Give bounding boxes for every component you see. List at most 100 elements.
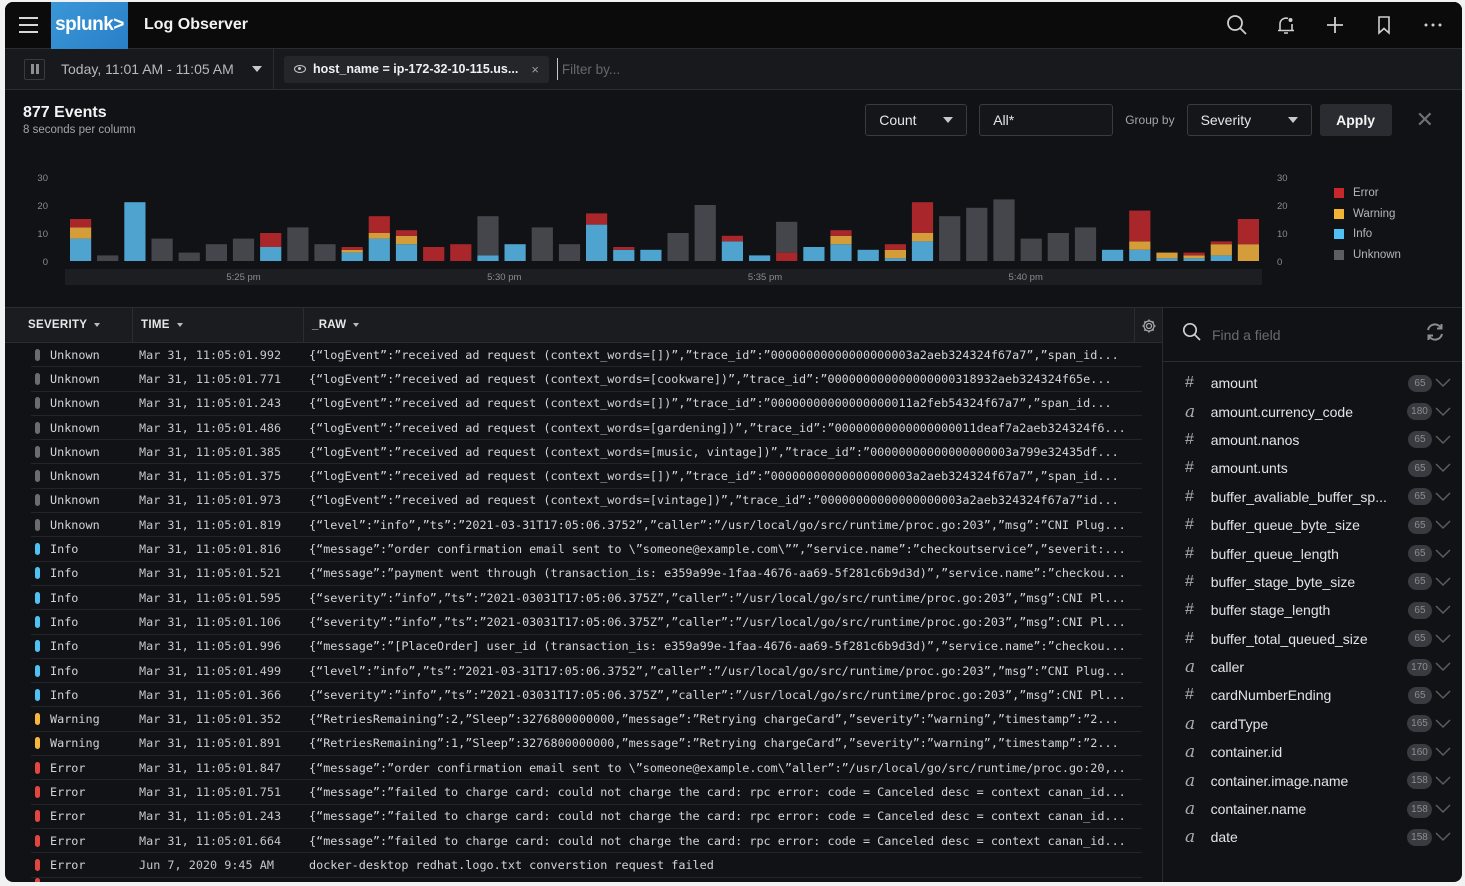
bar-segment-info bbox=[1102, 249, 1124, 261]
field-item[interactable]: a caller 170 bbox=[1163, 653, 1462, 681]
apply-button[interactable]: Apply bbox=[1319, 103, 1392, 136]
field-item[interactable]: # buffer_total_queued_size 65 bbox=[1163, 625, 1462, 653]
filter-pill[interactable]: host_name = ip-172-32-10-115.us... × bbox=[284, 55, 549, 83]
field-name: cardType bbox=[1210, 715, 1269, 732]
table-row[interactable]: Warning Mar 31, 11:05:01.352 {“RetriesRema… bbox=[31, 707, 1142, 732]
aggregate-select[interactable]: Count bbox=[865, 103, 968, 136]
bar-segment-info bbox=[911, 241, 934, 261]
number-type-icon: # bbox=[1185, 430, 1194, 448]
table-row[interactable]: Unknown Mar 31, 11:05:01.819 {“level”:”inf… bbox=[31, 513, 1142, 538]
table-row[interactable]: Unknown Mar 31, 11:05:01.771 {“logEvent”:”… bbox=[31, 367, 1142, 392]
pause-icon[interactable] bbox=[24, 58, 45, 80]
histogram-svg: 0 0 10 10 20 20 30 30 5:25 pm 5:30 pm 5:35 pm 5:40 … bbox=[37, 173, 1288, 285]
legend-item-warning[interactable]: Warning bbox=[1334, 204, 1401, 225]
table-row[interactable]: Info Mar 31, 11:05:01.499 {“level”:”info”,… bbox=[31, 659, 1142, 684]
chevron-down-icon[interactable] bbox=[1432, 832, 1454, 842]
field-item[interactable]: # amount.unts 65 bbox=[1163, 454, 1462, 482]
chevron-down-icon[interactable] bbox=[1432, 804, 1454, 814]
chevron-down-icon[interactable] bbox=[1432, 719, 1454, 729]
time-range-picker[interactable]: Today, 11:01 AM - 11:05 AM bbox=[61, 61, 273, 77]
splunk-logo[interactable]: splunk> bbox=[51, 2, 128, 49]
field-item[interactable]: # buffer_avaliable_buffer_sp... 65 bbox=[1163, 483, 1462, 511]
table-row[interactable]: Unknown Mar 31, 11:05:01.375 {“logEvent”:”… bbox=[31, 464, 1142, 489]
filter-input[interactable] bbox=[556, 58, 757, 80]
severity-cell: Info bbox=[50, 663, 79, 678]
column-header-time[interactable]: TIME bbox=[133, 307, 304, 343]
field-item[interactable]: a container.id 160 bbox=[1163, 738, 1462, 766]
field-item[interactable]: # buffer_stage_byte_size 65 bbox=[1163, 568, 1462, 596]
field-item[interactable]: # amount 65 bbox=[1163, 369, 1462, 397]
table-row[interactable]: Unknown Mar 31, 11:05:01.973 {“logEvent”:”… bbox=[31, 489, 1142, 514]
table-row[interactable]: Info Mar 31, 11:05:01.366 {“severity”:”inf… bbox=[31, 683, 1142, 708]
field-item[interactable]: # buffer stage_length 65 bbox=[1163, 596, 1462, 624]
chevron-down-icon[interactable] bbox=[1432, 662, 1454, 672]
chevron-down-icon[interactable] bbox=[1432, 549, 1454, 559]
field-item[interactable]: a container.name 158 bbox=[1163, 795, 1462, 823]
column-header-raw[interactable]: _RAW bbox=[304, 308, 360, 343]
raw-cell: {“logEvent”:”received ad request (contex… bbox=[309, 347, 1119, 362]
remove-filter-icon[interactable]: × bbox=[531, 62, 539, 77]
hamburger-menu-icon[interactable] bbox=[5, 2, 51, 49]
field-select[interactable]: All* bbox=[979, 103, 1114, 136]
more-icon[interactable] bbox=[1419, 12, 1446, 39]
table-row[interactable]: Error Mar 31, 11:05:01.847 {“message”:”ord… bbox=[31, 756, 1142, 781]
column-header-severity[interactable]: SEVERITY bbox=[5, 307, 133, 343]
chevron-down-icon[interactable] bbox=[1432, 776, 1454, 786]
field-item[interactable]: # buffer_queue_length 65 bbox=[1163, 539, 1462, 567]
table-row[interactable]: Info Mar 31, 11:05:01.106 {“severity”:”inf… bbox=[31, 610, 1142, 635]
legend-item-error[interactable]: Error bbox=[1334, 183, 1401, 204]
legend-item-info[interactable]: Info bbox=[1334, 224, 1401, 245]
bookmark-icon[interactable] bbox=[1370, 12, 1397, 39]
gear-icon[interactable] bbox=[1134, 308, 1162, 343]
chevron-down-icon[interactable] bbox=[1432, 577, 1454, 587]
chevron-down-icon[interactable] bbox=[1432, 463, 1454, 473]
close-icon[interactable]: ✕ bbox=[1416, 107, 1434, 133]
group-by-select[interactable]: Severity bbox=[1186, 103, 1312, 136]
chevron-down-icon[interactable] bbox=[1432, 605, 1454, 615]
table-row[interactable]: Unknown Mar 31, 11:05:01.992 {“logEvent”:”… bbox=[31, 343, 1142, 368]
table-row[interactable]: Unknown Mar 31, 11:05:01.243 {“logEvent”:”… bbox=[31, 392, 1142, 416]
legend-item-unknown[interactable]: Unknown bbox=[1334, 245, 1401, 266]
search-icon[interactable] bbox=[1223, 12, 1250, 39]
table-row[interactable]: Warning Mar 31, 11:05:01.891 {“RetriesRema… bbox=[31, 732, 1142, 757]
chevron-down-icon[interactable] bbox=[1432, 690, 1454, 700]
x-tick-label: 5:40 pm bbox=[1009, 272, 1043, 283]
chevron-down-icon[interactable] bbox=[1432, 520, 1454, 530]
chevron-down-icon[interactable] bbox=[1432, 634, 1454, 644]
chevron-down-icon[interactable] bbox=[1432, 747, 1454, 757]
table-row[interactable]: Error Mar 31, 11:05:01.664 {“message”:”fai… bbox=[31, 829, 1142, 854]
plus-icon[interactable] bbox=[1321, 12, 1348, 39]
bell-icon[interactable] bbox=[1272, 12, 1299, 39]
table-row[interactable]: Unknown Mar 31, 11:05:01.385 {“logEvent”:”… bbox=[31, 440, 1142, 465]
chevron-down-icon[interactable] bbox=[1432, 378, 1454, 388]
chevron-down-icon[interactable] bbox=[1432, 492, 1454, 502]
eye-icon[interactable] bbox=[294, 65, 306, 73]
table-row[interactable]: Info Mar 31, 11:05:01.996 {“message”:”[Pla… bbox=[31, 635, 1142, 659]
table-row[interactable]: Unknown Mar 31, 11:05:01.486 {“logEvent”:”… bbox=[31, 416, 1142, 441]
find-field-input[interactable] bbox=[1212, 326, 1414, 343]
table-row[interactable]: Error Jun 7, 2020 9:45 AM docker-desktop r… bbox=[31, 853, 1142, 878]
table-row[interactable]: Info Mar 31, 11:05:01.595 {“severity”:”inf… bbox=[31, 586, 1142, 611]
bar-segment-error bbox=[1237, 219, 1259, 245]
chevron-down-icon[interactable] bbox=[1432, 407, 1454, 417]
table-row[interactable] bbox=[31, 877, 1142, 882]
table-row[interactable]: Info Mar 31, 11:05:01.816 {“message”:”orde… bbox=[31, 537, 1142, 562]
field-item[interactable]: a cardType 165 bbox=[1163, 710, 1462, 738]
bar-segment-info bbox=[640, 249, 662, 261]
field-item[interactable]: # cardNumberEnding 65 bbox=[1163, 681, 1462, 709]
field-item[interactable]: a amount.currency_code 180 bbox=[1163, 397, 1462, 425]
time-cell: Mar 31, 11:05:01.595 bbox=[139, 590, 282, 605]
field-item[interactable]: a date 158 bbox=[1163, 823, 1462, 851]
table-row[interactable]: Error Mar 31, 11:05:01.243 {“message”:”fai… bbox=[31, 805, 1142, 829]
table-row[interactable]: Error Mar 31, 11:05:01.751 {“message”:”fai… bbox=[31, 780, 1142, 805]
sort-icon bbox=[353, 323, 360, 327]
log-observer-window: splunk> Log Observer Today, 11:01 AM - 1… bbox=[5, 2, 1462, 882]
severity-indicator bbox=[35, 858, 40, 871]
chevron-down-icon[interactable] bbox=[1432, 435, 1454, 445]
refresh-icon[interactable] bbox=[1424, 321, 1446, 348]
table-row[interactable]: Info Mar 31, 11:05:01.521 {“message”:”paym… bbox=[31, 562, 1142, 586]
bar-segment-unknown bbox=[287, 227, 309, 261]
field-item[interactable]: # buffer_queue_byte_size 65 bbox=[1163, 511, 1462, 539]
field-item[interactable]: a container.image.name 158 bbox=[1163, 766, 1462, 794]
field-item[interactable]: # amount.nanos 65 bbox=[1163, 426, 1462, 454]
